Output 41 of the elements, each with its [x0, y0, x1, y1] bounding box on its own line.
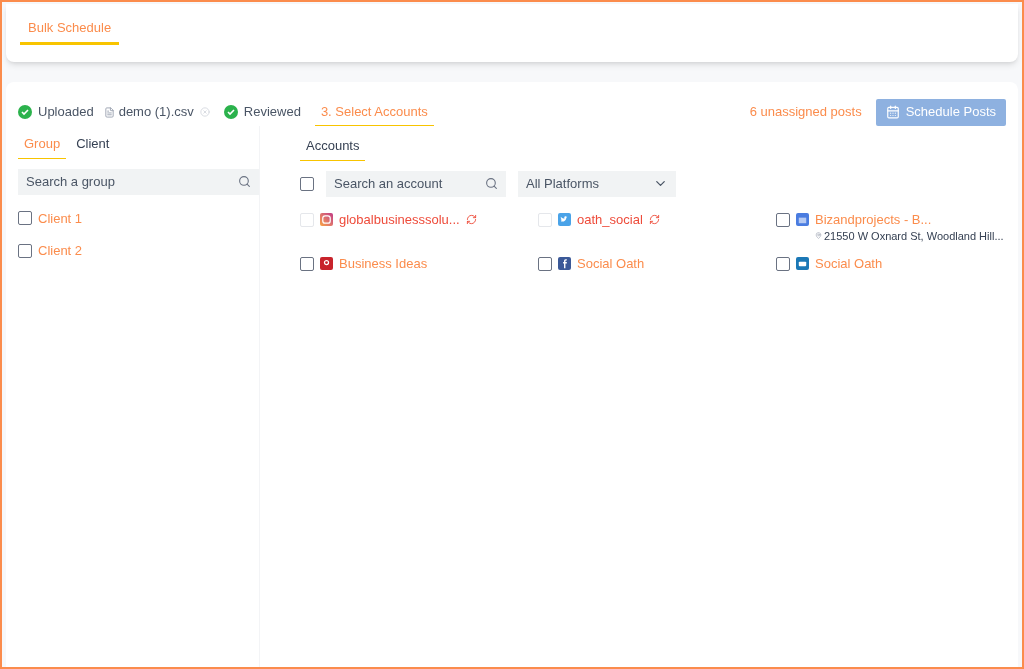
refresh-icon[interactable]: [648, 214, 660, 225]
unassigned-count: 6 unassigned posts: [749, 103, 862, 122]
step-label: Uploaded: [38, 103, 94, 122]
instagram-icon: [320, 212, 333, 226]
check-circle-icon: [223, 105, 238, 119]
group-label[interactable]: Client 2: [38, 241, 83, 261]
tab[interactable]: Group: [18, 134, 67, 159]
check-circle-icon: [18, 105, 32, 119]
platform-dropdown[interactable]: All Platforms: [518, 170, 676, 197]
checkbox[interactable]: [776, 256, 790, 271]
group-label[interactable]: Client 1: [38, 208, 83, 228]
step-label: Reviewed: [243, 103, 301, 122]
search-input[interactable]: Search an account: [334, 173, 485, 194]
account-name[interactable]: Business Ideas: [339, 256, 428, 271]
account-name[interactable]: Social Oath: [815, 256, 883, 271]
file-icon: [103, 106, 115, 118]
search-icon: [485, 177, 498, 190]
search-input[interactable]: Search a group: [26, 171, 238, 192]
refresh-icon[interactable]: [465, 214, 477, 225]
checkbox[interactable]: [18, 243, 32, 258]
search-field[interactable]: Search a group: [18, 168, 259, 195]
checkbox[interactable]: [300, 256, 314, 271]
calendar-icon: [885, 105, 900, 119]
checkbox[interactable]: [776, 212, 790, 227]
account-name[interactable]: oath_social: [577, 212, 643, 227]
bird-icon: [558, 212, 571, 226]
account-address: 21550 W Oxnard St, Woodland Hill...: [824, 228, 1004, 243]
tab[interactable]: Accounts: [300, 136, 366, 161]
checkbox[interactable]: [538, 256, 552, 271]
search-icon: [238, 175, 251, 188]
f-logo-icon: [558, 256, 571, 270]
tab[interactable]: Client: [70, 134, 116, 159]
step-label: 3. Select Accounts: [314, 97, 434, 127]
file-name: demo (1).csv: [118, 103, 194, 122]
account-name[interactable]: Bizandprojects - B...: [815, 212, 932, 227]
account-name[interactable]: globalbusinesssolu...: [339, 212, 460, 227]
search-field[interactable]: Search an account: [326, 170, 506, 197]
checkbox[interactable]: [300, 176, 314, 191]
checkbox[interactable]: [18, 211, 32, 226]
tab[interactable]: Bulk Schedule: [20, 18, 120, 45]
account-name[interactable]: Social Oath: [577, 256, 645, 271]
